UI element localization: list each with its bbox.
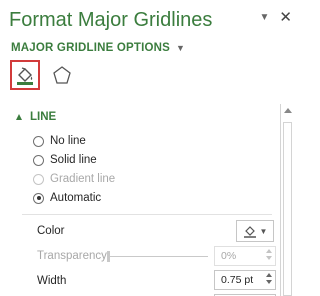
spin-down-icon [266,256,272,260]
tab-fill-line[interactable] [10,60,40,90]
transparency-label: Transparency [37,250,107,262]
radio-no-line[interactable]: No line [33,135,86,147]
close-icon[interactable]: ✕ [279,10,292,25]
transparency-slider [107,251,208,262]
radio-automatic[interactable]: Automatic [33,192,101,204]
collapse-triangle-icon [16,114,22,120]
spin-down-icon[interactable] [266,280,272,284]
radio-gradient-line-indicator [33,173,44,185]
transparency-spin-arrows [266,249,272,260]
effects-icon [53,66,71,84]
width-value: 0.75 pt [221,274,254,286]
fill-line-icon [17,67,33,85]
radio-automatic-label: Automatic [50,192,102,204]
options-label: MAJOR GRIDLINE OPTIONS [11,42,171,54]
width-label: Width [37,275,67,287]
radio-gradient-line-label: Gradient line [50,173,116,185]
tab-effects[interactable] [47,60,77,90]
paint-bucket-icon [243,226,256,238]
transparency-spinner: 0% [214,246,276,266]
radio-solid-line-label: Solid line [50,154,97,166]
pane-title: Format Major Gridlines [9,9,213,31]
pane-title-buttons: ▼ ✕ [260,10,292,25]
radio-no-line-label: No line [50,135,86,147]
chevron-down-icon: ▼ [259,226,268,236]
pane-options-dropdown-icon[interactable]: ▼ [260,12,270,23]
scrollbar-thumb[interactable] [283,122,292,296]
section-divider [22,214,272,215]
line-section-header[interactable]: LINE [16,111,56,123]
chevron-down-icon: ▼ [176,43,185,53]
line-section-label: LINE [30,111,57,123]
radio-solid-line-indicator[interactable] [33,154,44,166]
vertical-scrollbar[interactable] [280,104,294,296]
radio-no-line-indicator[interactable] [33,135,44,147]
spin-up-icon[interactable] [266,273,272,277]
radio-automatic-indicator[interactable] [33,192,44,204]
width-spinner[interactable]: 0.75 pt [214,270,276,290]
spin-up-icon [266,249,272,253]
width-spin-arrows[interactable] [266,273,272,284]
format-pane: Format Major Gridlines ▼ ✕ MAJOR GRIDLIN… [0,0,300,296]
transparency-value: 0% [221,250,237,262]
transparency-slider-handle [107,251,110,262]
radio-gradient-line: Gradient line [33,173,115,185]
color-picker-button[interactable]: ▼ [236,220,274,242]
color-label: Color [37,225,65,237]
radio-solid-line[interactable]: Solid line [33,154,97,166]
options-dropdown[interactable]: MAJOR GRIDLINE OPTIONS ▼ [11,42,185,54]
scroll-up-icon[interactable] [284,108,292,113]
options-scroll-area: LINE No line Solid line Gradient line Au… [0,104,300,296]
